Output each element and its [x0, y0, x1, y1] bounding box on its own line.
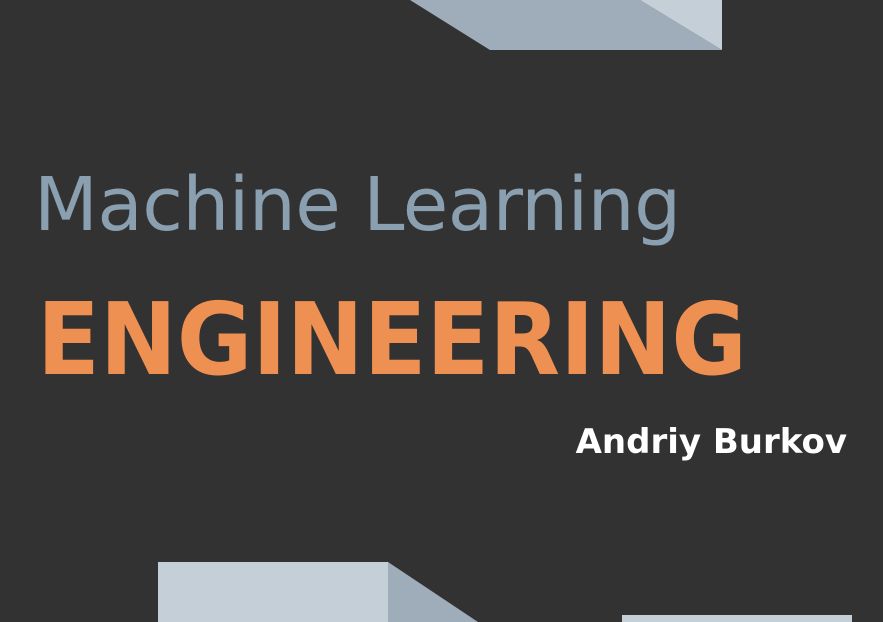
title-machine-learning: Machine Learning [34, 162, 681, 248]
title-engineering: ENGINEERING [37, 281, 747, 398]
author-name: Andriy Burkov [575, 422, 847, 462]
book-cover: Machine Learning ENGINEERING Andriy Burk… [0, 0, 883, 622]
bottom-right-block [622, 615, 852, 622]
bottom-block-face [158, 562, 388, 622]
bottom-block-side [388, 562, 478, 622]
